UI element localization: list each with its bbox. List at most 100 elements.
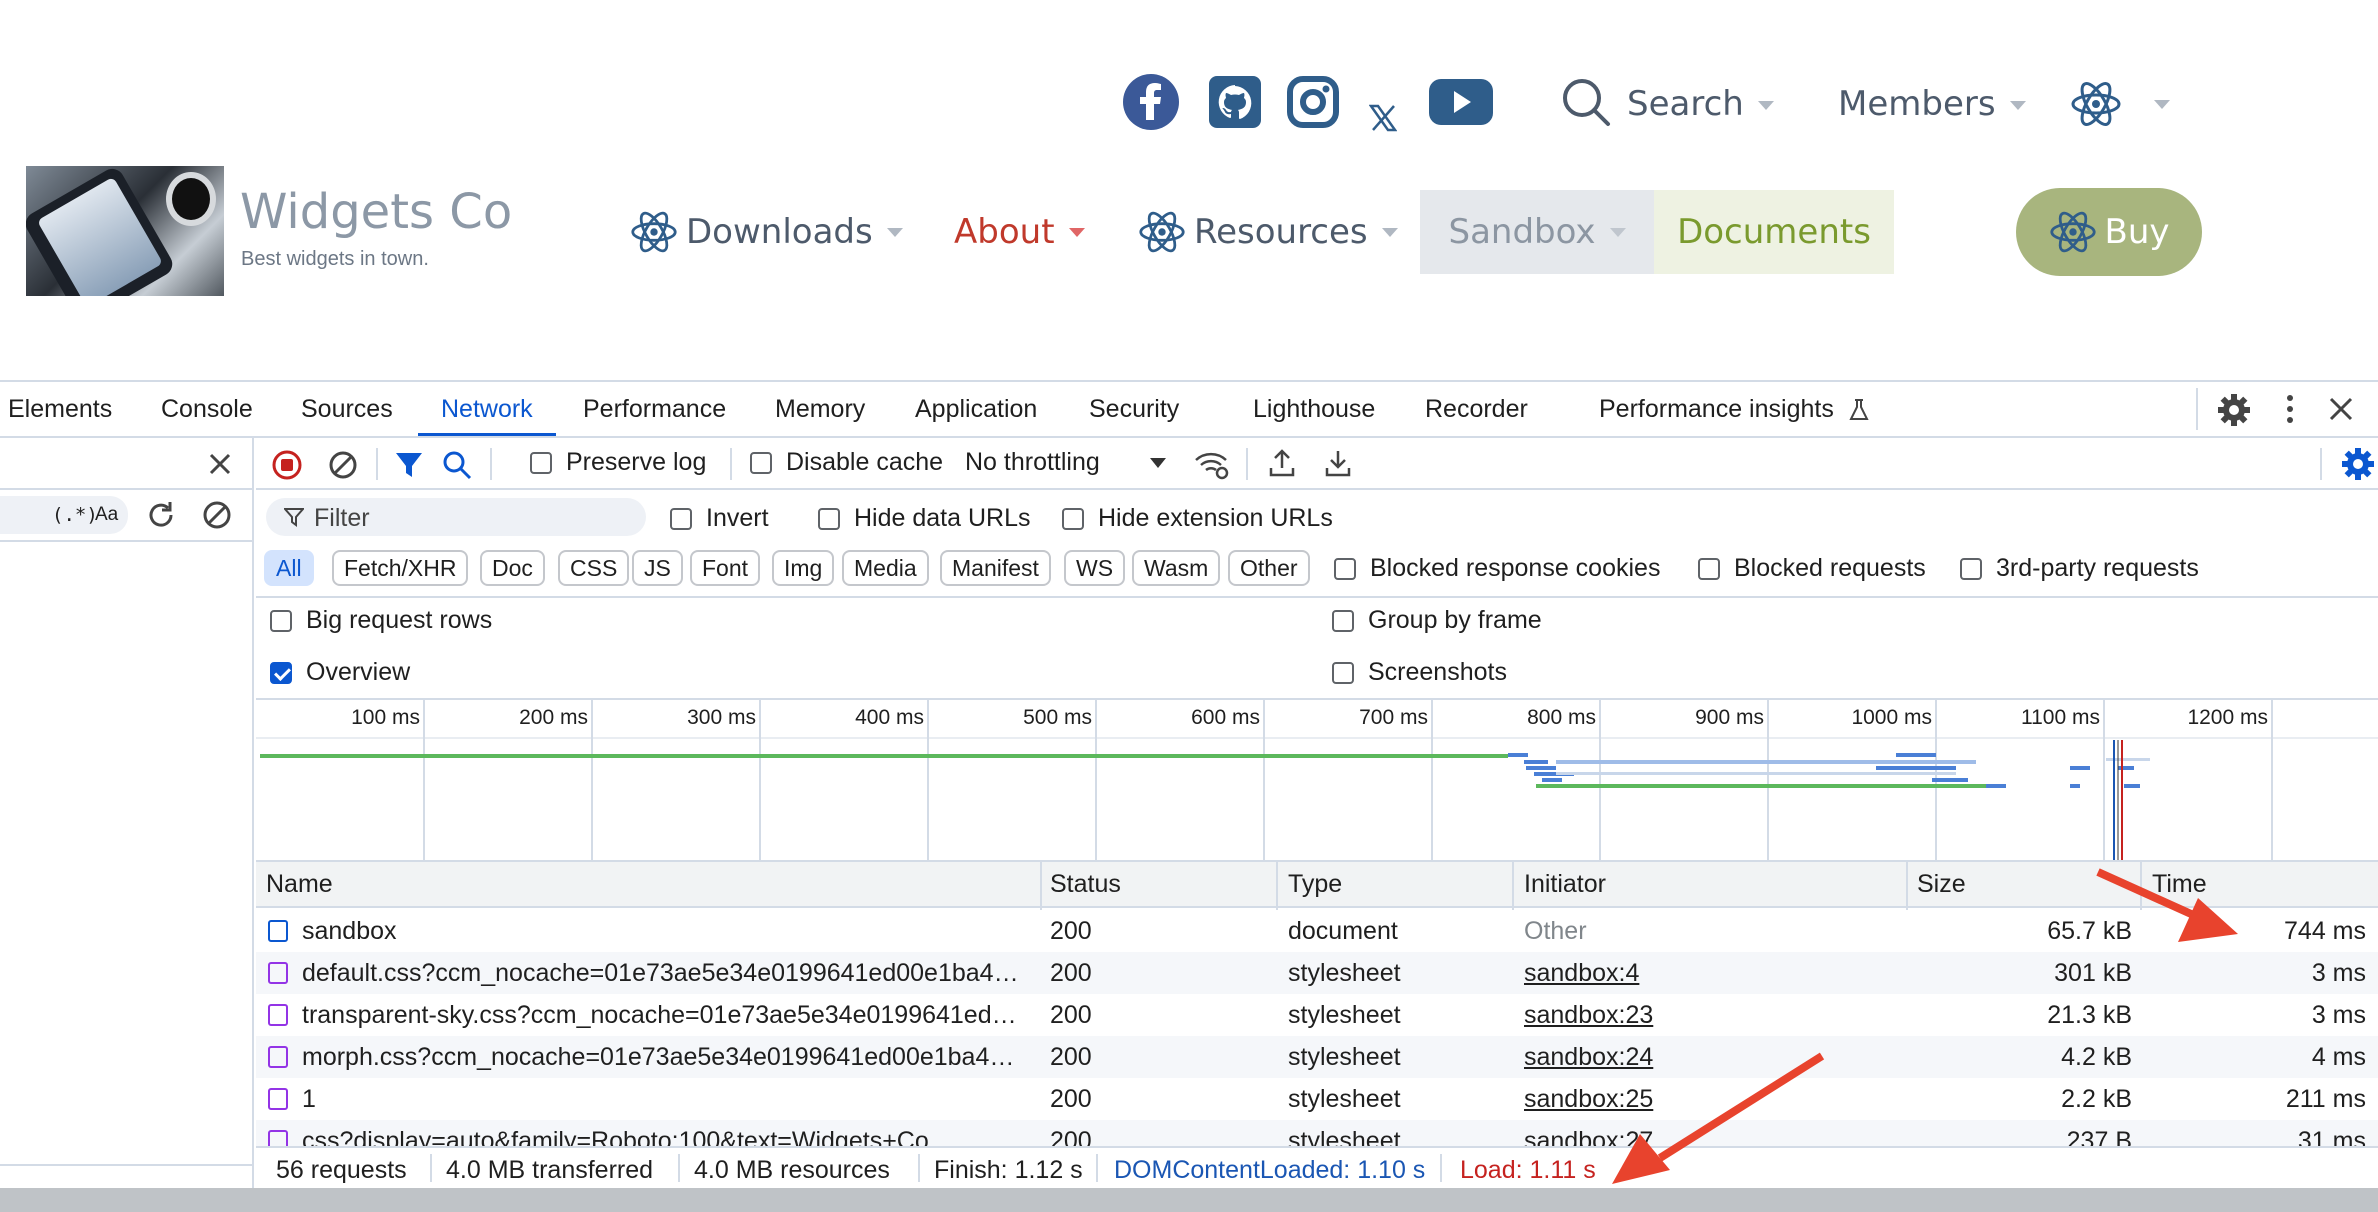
blocked-cookies-checkbox[interactable]: Blocked response cookies	[1334, 554, 1660, 583]
search-icon[interactable]	[442, 450, 472, 487]
refresh-icon[interactable]	[146, 500, 176, 535]
filter-icon[interactable]	[394, 450, 424, 487]
members-menu[interactable]: Members	[1838, 84, 2026, 124]
menu-about[interactable]: About	[954, 190, 1085, 274]
x-icon[interactable]	[1368, 90, 1398, 146]
close-icon[interactable]	[208, 452, 232, 481]
hide-extension-urls-checkbox[interactable]: Hide extension URLs	[1062, 504, 1333, 533]
checkbox-box	[530, 451, 552, 474]
filter-pill-all[interactable]: All	[264, 550, 314, 586]
request-initiator[interactable]: sandbox:23	[1524, 1001, 1904, 1030]
record-stop-icon[interactable]	[272, 450, 302, 487]
preserve-log-checkbox[interactable]: Preserve log	[530, 448, 706, 477]
tab-network[interactable]: Network	[418, 382, 556, 436]
tab-performance[interactable]: Performance	[583, 382, 726, 436]
instagram-icon[interactable]	[1286, 74, 1340, 130]
close-devtools-icon[interactable]	[2328, 396, 2354, 429]
buy-button[interactable]: Buy	[2016, 188, 2202, 276]
table-row[interactable]: sandbox 200 document Other 65.7 kB 744 ms	[256, 910, 2378, 952]
filter-pill-js[interactable]: JS	[632, 550, 683, 586]
filter-input[interactable]: Filter	[266, 498, 646, 536]
blocked-cookies-label: Blocked response cookies	[1370, 554, 1661, 582]
tab-application[interactable]: Application	[915, 382, 1037, 436]
blocked-requests-checkbox[interactable]: Blocked requests	[1698, 554, 1926, 583]
request-initiator[interactable]: sandbox:4	[1524, 959, 1904, 988]
tab-sources[interactable]: Sources	[301, 382, 393, 436]
table-row[interactable]: transparent-sky.css?ccm_nocache=01e73ae5…	[256, 994, 2378, 1036]
table-row[interactable]: morph.css?ccm_nocache=01e73ae5e34e019964…	[256, 1036, 2378, 1078]
request-initiator[interactable]: sandbox:24	[1524, 1043, 1904, 1072]
filter-pill-wasm[interactable]: Wasm	[1132, 550, 1221, 586]
match-case-toggle[interactable]: Aa	[95, 504, 118, 526]
timeline-tick: 200 ms	[519, 706, 588, 729]
search-icon[interactable]	[1560, 76, 1612, 133]
request-initiator[interactable]: sandbox:25	[1524, 1085, 1904, 1114]
throttling-select[interactable]: No throttling	[965, 448, 1166, 477]
request-status: 200	[1050, 1127, 1092, 1146]
filter-pill-img[interactable]: Img	[772, 550, 835, 586]
network-conditions-icon[interactable]	[1194, 450, 1230, 487]
regex-toggle[interactable]: (.*)	[52, 504, 98, 526]
column-type[interactable]: Type	[1288, 870, 1342, 899]
brand-name[interactable]: Widgets Co	[240, 184, 512, 240]
network-settings-gear-icon[interactable]	[2342, 448, 2374, 487]
overview-timeline[interactable]: 100 ms 200 ms 300 ms 400 ms 500 ms 600 m…	[256, 700, 2378, 860]
menu-resources[interactable]: Resources	[1138, 190, 1398, 274]
language-menu[interactable]	[2070, 78, 2170, 130]
column-time[interactable]: Time	[2152, 870, 2207, 899]
big-request-rows-checkbox[interactable]: Big request rows	[270, 606, 492, 635]
column-initiator[interactable]: Initiator	[1524, 870, 1606, 899]
overview-checkbox[interactable]: Overview	[270, 658, 410, 687]
column-size[interactable]: Size	[1917, 870, 1966, 899]
youtube-icon[interactable]	[1428, 74, 1494, 130]
import-har-icon[interactable]	[1268, 448, 1296, 485]
filter-pill-css[interactable]: CSS	[558, 550, 630, 586]
filter-pill-font[interactable]: Font	[690, 550, 761, 586]
tab-security[interactable]: Security	[1089, 382, 1179, 436]
github-icon[interactable]	[1208, 74, 1262, 130]
logo-image[interactable]	[26, 166, 224, 296]
table-row[interactable]: 1 200 stylesheet sandbox:25 2.2 kB 211 ms	[256, 1078, 2378, 1120]
invert-checkbox[interactable]: Invert	[670, 504, 769, 533]
table-row[interactable]: css?display=auto&family=Roboto:100&text=…	[256, 1120, 2378, 1146]
settings-gear-icon[interactable]	[2218, 394, 2250, 433]
request-name: 1	[302, 1085, 316, 1113]
disable-cache-checkbox[interactable]: Disable cache	[750, 448, 943, 477]
menu-sandbox[interactable]: Sandbox	[1420, 190, 1654, 274]
filter-pill-fetch-xhr[interactable]: Fetch/XHR	[332, 550, 469, 586]
table-row[interactable]: default.css?ccm_nocache=01e73ae5e34e0199…	[256, 952, 2378, 994]
menu-downloads[interactable]: Downloads	[630, 190, 903, 274]
request-type: stylesheet	[1288, 1043, 1401, 1071]
search-menu[interactable]: Search	[1627, 84, 1774, 124]
filter-pill-ws[interactable]: WS	[1064, 550, 1126, 586]
more-options-icon[interactable]	[2284, 394, 2296, 431]
tab-memory[interactable]: Memory	[775, 382, 865, 436]
export-har-icon[interactable]	[1324, 448, 1352, 485]
tab-lighthouse[interactable]: Lighthouse	[1253, 382, 1375, 436]
menu-documents[interactable]: Documents	[1654, 190, 1894, 274]
filter-pill-media[interactable]: Media	[842, 550, 929, 586]
facebook-icon[interactable]	[1122, 74, 1180, 130]
filter-pill-other[interactable]: Other	[1228, 550, 1310, 586]
clear-log-icon[interactable]	[328, 450, 358, 487]
hide-data-urls-checkbox[interactable]: Hide data URLs	[818, 504, 1030, 533]
filter-pill-manifest[interactable]: Manifest	[940, 550, 1051, 586]
tab-console[interactable]: Console	[161, 382, 253, 436]
column-name[interactable]: Name	[266, 870, 333, 899]
chevron-down-icon	[1757, 101, 1774, 110]
filter-pill-doc[interactable]: Doc	[480, 550, 545, 586]
request-initiator[interactable]: sandbox:27	[1524, 1127, 1904, 1146]
request-status: 200	[1050, 1001, 1092, 1029]
group-by-frame-checkbox[interactable]: Group by frame	[1332, 606, 1542, 635]
column-status[interactable]: Status	[1050, 870, 1121, 899]
filter-row: Filter Invert Hide data URLs Hide extens…	[256, 490, 2378, 544]
request-size: 237 B	[2066, 1127, 2132, 1146]
third-party-checkbox[interactable]: 3rd-party requests	[1960, 554, 2199, 583]
screenshots-checkbox[interactable]: Screenshots	[1332, 658, 1507, 687]
search-input[interactable]	[0, 438, 252, 490]
clear-icon[interactable]	[202, 500, 232, 535]
tab-recorder[interactable]: Recorder	[1425, 382, 1528, 436]
tab-elements[interactable]: Elements	[8, 382, 112, 436]
timeline-tick: 1100 ms	[2021, 706, 2100, 729]
tab-performance-insights[interactable]: Performance insights	[1599, 382, 1871, 436]
